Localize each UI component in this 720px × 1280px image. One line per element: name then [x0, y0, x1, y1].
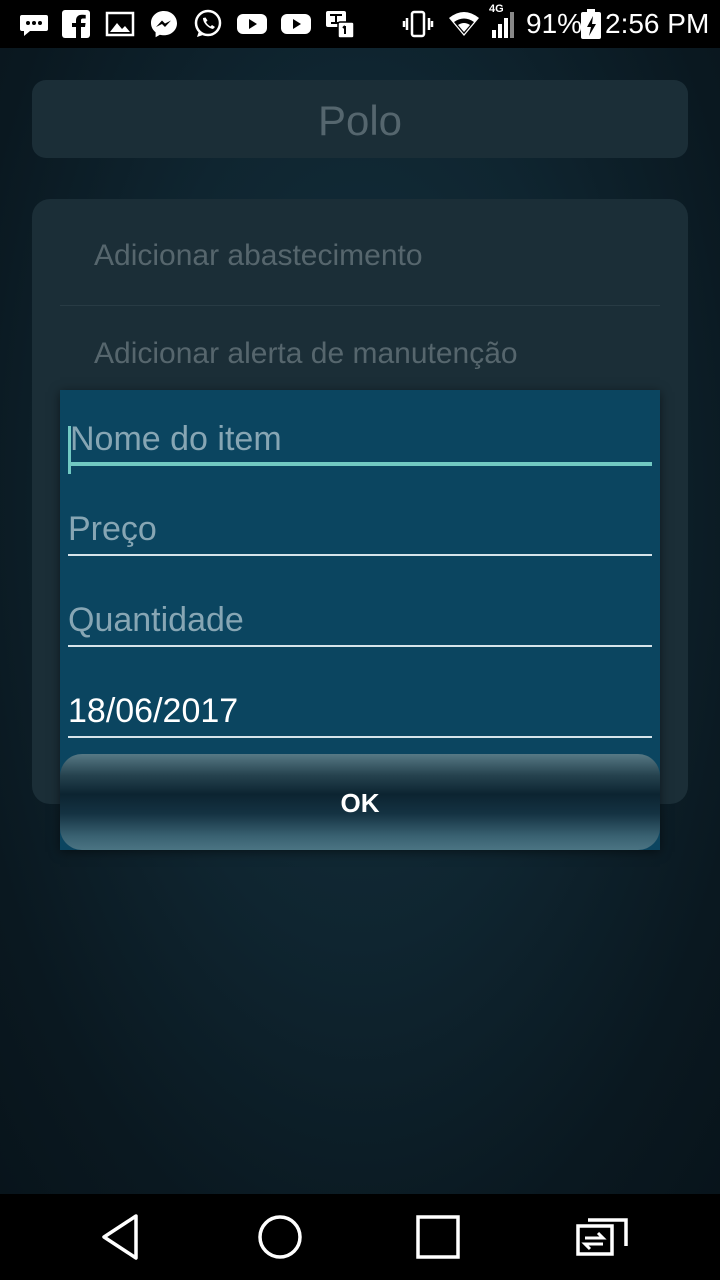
add-item-dialog: OK [60, 390, 660, 850]
menu-divider [60, 305, 660, 306]
title-card: Polo [32, 80, 688, 158]
back-icon[interactable] [96, 1212, 148, 1262]
page-title: Polo [317, 97, 403, 144]
navigation-bar [0, 1194, 720, 1280]
translate-notification-icon [326, 11, 355, 39]
status-bar: 4G 91% 2:56 PM [0, 0, 720, 48]
price-input[interactable] [68, 496, 652, 558]
switch-app-icon[interactable] [570, 1212, 630, 1262]
clock: 2:56 PM [605, 8, 710, 39]
network-type: 4G [489, 3, 504, 15]
date-input[interactable] [68, 678, 652, 740]
wifi-icon [449, 12, 479, 36]
whatsapp-icon [194, 9, 222, 37]
messenger-icon [151, 11, 177, 38]
price-underline [68, 554, 652, 556]
price-field[interactable] [68, 496, 652, 558]
item-name-field[interactable] [68, 406, 654, 474]
home-icon[interactable] [254, 1212, 306, 1262]
ok-button[interactable]: OK [60, 754, 660, 850]
facebook-icon [62, 10, 90, 38]
menu-item-add-maintenance-alert[interactable]: Adicionar alerta de manutenção [94, 337, 518, 371]
quantity-input[interactable] [68, 587, 652, 649]
item-name-underline [68, 462, 652, 466]
date-underline [68, 736, 652, 738]
youtube-icon [281, 14, 311, 34]
messages-icon [20, 15, 48, 36]
quantity-field[interactable] [68, 587, 652, 649]
recents-icon[interactable] [412, 1212, 464, 1262]
quantity-underline [68, 645, 652, 647]
vibrate-icon [402, 10, 434, 38]
menu-item-add-fueling[interactable]: Adicionar abastecimento [94, 239, 423, 273]
date-field[interactable] [68, 678, 652, 740]
battery-charging-icon [581, 9, 601, 39]
battery-percent: 91% [526, 8, 583, 39]
item-name-input[interactable] [68, 406, 654, 468]
youtube-icon [237, 14, 267, 34]
gallery-icon [105, 11, 135, 37]
